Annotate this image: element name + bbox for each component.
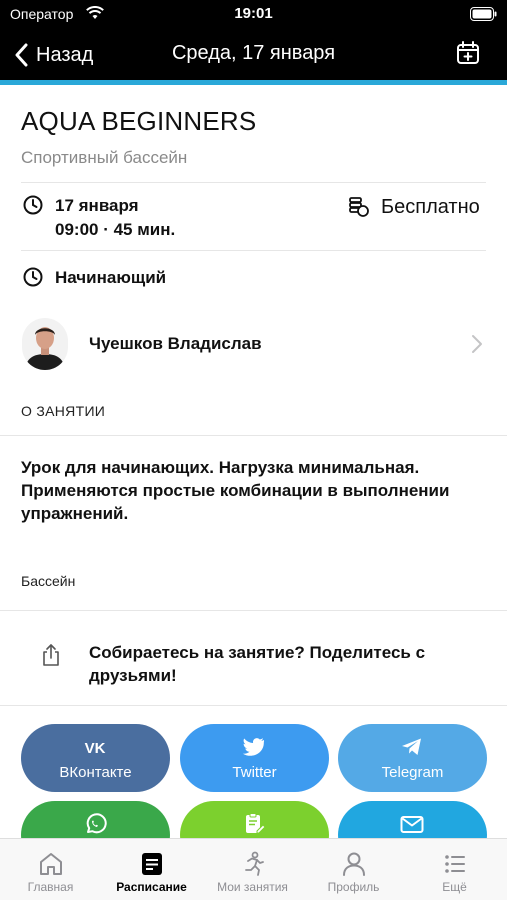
tab-label: Расписание — [116, 880, 187, 894]
telegram-icon — [402, 738, 421, 755]
coins-icon — [349, 197, 369, 217]
calendar-add-icon[interactable] — [455, 40, 481, 66]
twitter-label: Twitter — [232, 764, 277, 781]
event-location: Спортивный бассейн — [21, 148, 188, 167]
telegram-label: Telegram — [381, 764, 444, 781]
battery-icon — [470, 7, 497, 21]
trainer-row[interactable]: Чуешков Владислав — [0, 312, 507, 376]
tab-label: Главная — [27, 880, 74, 894]
event-title: AQUA BEGINNERS — [21, 106, 257, 136]
event-level: Начинающий — [55, 268, 167, 287]
avatar — [22, 318, 68, 370]
svg-text:VK: VK — [85, 740, 106, 757]
divider — [21, 182, 486, 183]
tab-bar: Главная Расписание Мои занятия Профиль Е… — [0, 838, 507, 900]
page-title: Среда, 17 января — [171, 42, 336, 64]
event-description: Урок для начинающих. Нагрузка минимальна… — [21, 458, 450, 523]
tab-profile[interactable]: Профиль — [303, 839, 404, 900]
clock-icon — [23, 195, 43, 215]
tab-home[interactable]: Главная — [0, 839, 101, 900]
section-header-about: О ЗАНЯТИИ — [21, 403, 106, 419]
notes-icon — [246, 813, 266, 834]
twitter-icon — [242, 738, 265, 756]
chevron-right-icon — [472, 335, 482, 353]
nav-bar: Назад Среда, 17 января — [0, 30, 507, 80]
trainer-name: Чуешков Владислав — [89, 334, 262, 353]
divider — [0, 435, 507, 436]
share-icon — [43, 644, 59, 666]
twitter-share-button[interactable]: Twitter — [180, 724, 329, 792]
tab-label: Ещё — [442, 880, 467, 894]
level-clock-icon — [23, 267, 43, 287]
vk-icon: VK — [85, 740, 106, 757]
divider — [0, 705, 507, 706]
event-date: 17 января — [55, 196, 139, 215]
telegram-share-button[interactable]: Telegram — [338, 724, 487, 792]
home-icon — [40, 853, 62, 875]
tab-schedule[interactable]: Расписание — [101, 839, 202, 900]
event-time: 09:00 · 45 мин. — [55, 220, 176, 239]
person-icon — [343, 852, 365, 876]
category-label: Бассейн — [21, 573, 76, 589]
tab-more[interactable]: Ещё — [404, 839, 505, 900]
price-label: Бесплатно — [381, 196, 480, 218]
running-person-icon — [245, 851, 264, 876]
status-time: 19:01 — [234, 5, 273, 22]
tab-label: Профиль — [327, 880, 380, 894]
schedule-icon — [142, 853, 162, 875]
vk-share-button[interactable]: VK ВКонтакте — [21, 724, 170, 792]
tab-my-classes[interactable]: Мои занятия — [202, 839, 303, 900]
divider — [21, 250, 486, 251]
status-bar: Оператор 19:01 — [0, 0, 507, 30]
share-prompt: Собираетесь на занятие? Поделитесь с дру… — [89, 643, 426, 685]
tab-label: Мои занятия — [217, 880, 288, 894]
divider — [0, 610, 507, 611]
whatsapp-icon — [86, 813, 107, 834]
mail-icon — [400, 816, 424, 833]
accent-line — [0, 80, 507, 85]
list-icon — [445, 855, 465, 873]
vk-label: ВКонтакте — [59, 764, 132, 781]
